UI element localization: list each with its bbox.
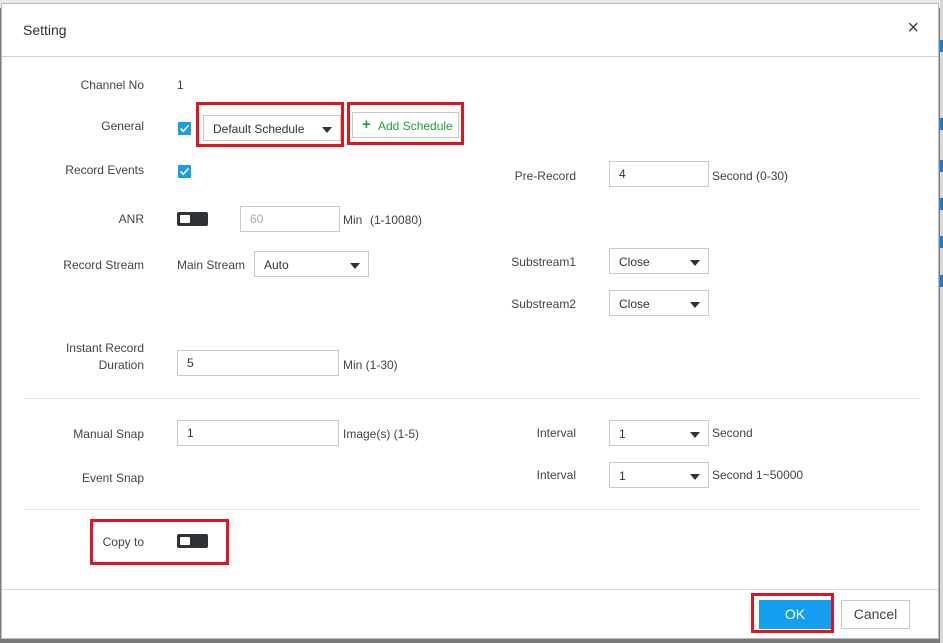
instant-record-unit: Min (1-30): [343, 358, 398, 372]
ok-button[interactable]: OK: [759, 600, 831, 629]
manual-interval-select[interactable]: 1: [609, 420, 709, 446]
pre-record-unit: Second (0-30): [712, 169, 789, 183]
manual-interval-label: Interval: [536, 426, 576, 440]
anr-input[interactable]: 60: [240, 206, 340, 232]
general-checkbox[interactable]: [178, 122, 191, 135]
plus-icon: +: [362, 116, 371, 133]
copy-to-label: Copy to: [102, 535, 144, 549]
substream1-value: Close: [619, 255, 650, 269]
anr-label: ANR: [118, 212, 144, 226]
substream1-label: Substream1: [511, 255, 576, 269]
manual-interval-unit: Second: [712, 426, 753, 440]
footer-divider: [2, 589, 938, 590]
event-interval-select[interactable]: 1: [609, 462, 709, 488]
main-stream-label: Main Stream: [177, 258, 246, 272]
anr-toggle[interactable]: [177, 212, 208, 226]
channel-no-label: Channel No: [80, 78, 144, 92]
close-icon[interactable]: ×: [907, 18, 919, 38]
manual-snap-unit: Image(s) (1-5): [343, 427, 420, 441]
add-schedule-button[interactable]: + Add Schedule: [352, 112, 459, 138]
instant-record-input[interactable]: 5: [177, 350, 339, 376]
schedule-select[interactable]: Default Schedule: [203, 115, 341, 141]
copy-to-toggle[interactable]: [177, 534, 208, 548]
main-stream-select[interactable]: Auto: [254, 251, 369, 277]
check-icon: [179, 124, 190, 133]
event-interval-value: 1: [619, 469, 626, 483]
anr-unit: Min: [343, 213, 363, 227]
substream2-label: Substream2: [511, 297, 576, 311]
substream1-select[interactable]: Close: [609, 248, 709, 274]
dialog-title-bar: Setting ×: [2, 4, 938, 57]
event-snap-label: Event Snap: [81, 471, 144, 485]
chevron-down-icon: [322, 127, 332, 133]
chevron-down-icon: [690, 474, 700, 480]
section-divider: [24, 509, 920, 510]
anr-range: (1-10080): [370, 213, 423, 227]
record-events-label: Record Events: [65, 163, 144, 177]
instant-record-label-line1: Instant Record: [65, 341, 144, 355]
add-schedule-label: Add Schedule: [378, 119, 453, 133]
instant-record-label-line2: Duration: [98, 358, 144, 372]
cancel-button[interactable]: Cancel: [841, 600, 910, 629]
dialog-title: Setting: [23, 22, 67, 38]
chevron-down-icon: [350, 263, 360, 269]
chevron-down-icon: [690, 260, 700, 266]
pre-record-input[interactable]: 4: [609, 161, 709, 187]
chevron-down-icon: [690, 302, 700, 308]
section-divider: [24, 398, 920, 399]
record-events-checkbox[interactable]: [178, 165, 191, 178]
general-label: General: [101, 119, 144, 133]
record-stream-label: Record Stream: [63, 258, 144, 272]
pre-record-label: Pre-Record: [514, 169, 576, 183]
check-icon: [179, 167, 190, 176]
event-interval-unit: Second 1~50000: [712, 468, 804, 482]
chevron-down-icon: [690, 432, 700, 438]
event-interval-label: Interval: [536, 468, 576, 482]
substream2-select[interactable]: Close: [609, 290, 709, 316]
manual-interval-value: 1: [619, 427, 626, 441]
channel-no-value: 1: [177, 78, 184, 92]
schedule-select-value: Default Schedule: [213, 122, 305, 136]
main-stream-value: Auto: [264, 258, 289, 272]
manual-snap-label: Manual Snap: [73, 427, 144, 441]
setting-dialog: Setting × Channel No 1 General Default S…: [1, 3, 939, 639]
substream2-value: Close: [619, 297, 650, 311]
manual-snap-input[interactable]: 1: [177, 420, 339, 446]
